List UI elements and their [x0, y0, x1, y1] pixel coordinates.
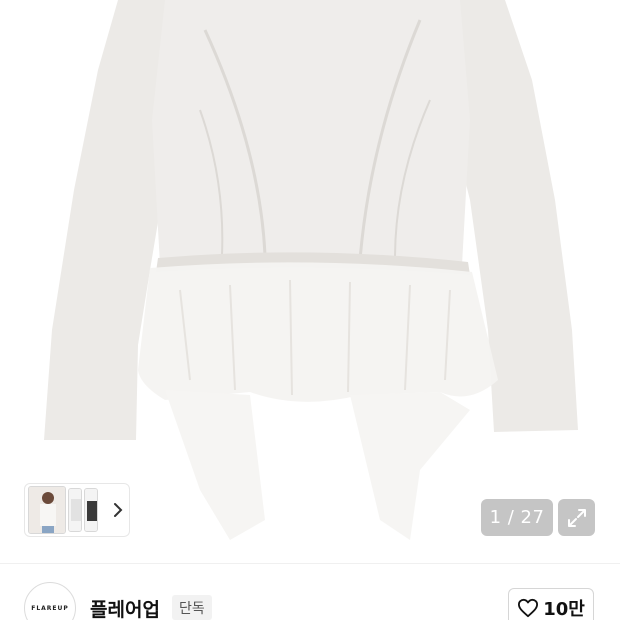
expand-arrows-icon [567, 508, 586, 527]
exclusive-badge: 단독 [172, 595, 212, 620]
thumbnail-product-photo[interactable] [84, 488, 98, 532]
like-button[interactable]: 10만 [508, 588, 594, 620]
seller-bar: FLAREUP 플레어업 단독 10만 [0, 563, 620, 620]
thumbnail-product-photo[interactable] [68, 488, 82, 532]
brand-logo-text: FLAREUP [31, 604, 69, 612]
brand-logo[interactable]: FLAREUP [24, 582, 76, 620]
thumbnail-model-photo[interactable] [28, 486, 66, 534]
thumbnail-strip[interactable] [24, 483, 130, 537]
heart-outline-icon [518, 598, 539, 618]
expand-image-button[interactable] [558, 499, 595, 536]
brand-name[interactable]: 플레어업 [90, 595, 160, 620]
product-image-gallery[interactable]: 1 / 27 [0, 0, 620, 563]
like-count: 10만 [543, 599, 585, 620]
product-image[interactable] [0, 0, 620, 563]
chevron-right-icon[interactable] [110, 502, 126, 518]
image-page-counter: 1 / 27 [481, 499, 553, 536]
